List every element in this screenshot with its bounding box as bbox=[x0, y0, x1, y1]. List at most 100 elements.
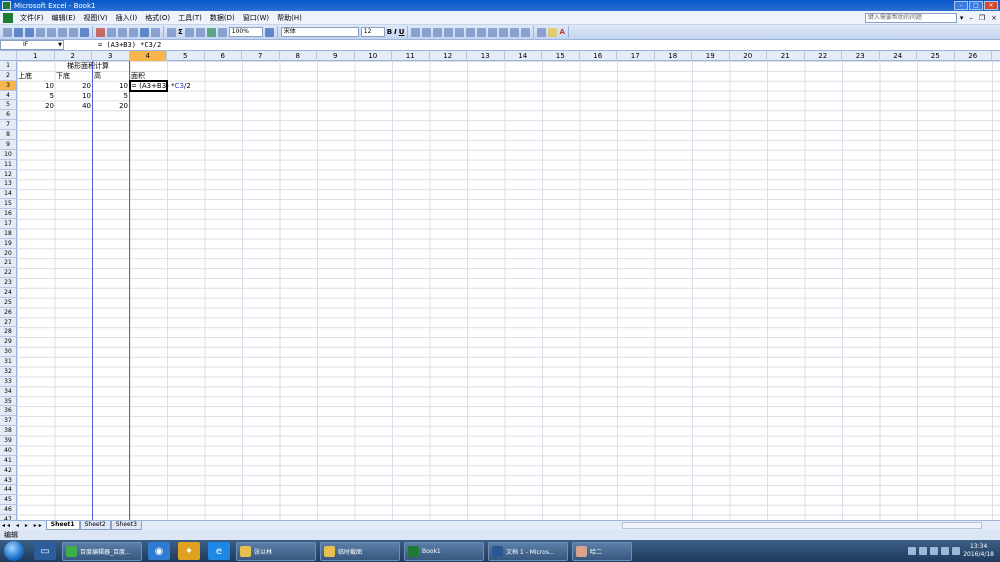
row-header[interactable]: 26 bbox=[0, 307, 17, 318]
row-header[interactable]: 17 bbox=[0, 218, 17, 229]
row-header[interactable]: 23 bbox=[0, 278, 17, 288]
header-bottom-base[interactable]: 下底 bbox=[56, 71, 70, 81]
doc-restore-icon[interactable]: ❐ bbox=[979, 14, 985, 22]
underline-button[interactable]: U bbox=[399, 28, 405, 36]
row-header[interactable]: 10 bbox=[0, 149, 17, 160]
sheet-tab-2[interactable]: Sheet2 bbox=[79, 521, 111, 530]
chat-icon[interactable]: ◉ bbox=[148, 542, 170, 560]
italic-button[interactable]: I bbox=[394, 28, 397, 36]
print-preview-icon[interactable] bbox=[69, 27, 78, 37]
format-painter-icon[interactable] bbox=[129, 27, 138, 37]
sort-desc-icon[interactable] bbox=[195, 27, 205, 37]
column-header[interactable]: 18 bbox=[655, 51, 692, 61]
column-header[interactable]: 17 bbox=[617, 51, 655, 61]
name-box[interactable]: IF bbox=[0, 40, 64, 50]
fill-color-icon[interactable] bbox=[548, 27, 558, 37]
row-header[interactable]: 29 bbox=[0, 337, 17, 348]
start-button[interactable] bbox=[4, 541, 24, 561]
row-header[interactable]: 35 bbox=[0, 396, 17, 407]
row-header[interactable]: 2 bbox=[0, 70, 17, 81]
taskbar-button-folder-2[interactable]: 临时截图 bbox=[320, 541, 400, 561]
row-header[interactable]: 13 bbox=[0, 179, 17, 190]
sort-asc-icon[interactable] bbox=[184, 27, 194, 37]
row-header[interactable]: 16 bbox=[0, 209, 17, 219]
column-header[interactable]: 1 bbox=[17, 51, 55, 61]
column-header[interactable]: 14 bbox=[505, 51, 542, 61]
email-icon[interactable] bbox=[47, 27, 56, 37]
taskbar-button-folder-1[interactable]: 张以林 bbox=[236, 541, 316, 561]
doc-close-icon[interactable]: × bbox=[991, 14, 997, 22]
paste-icon[interactable] bbox=[118, 27, 127, 37]
print-icon[interactable] bbox=[58, 27, 67, 37]
column-header[interactable]: 9 bbox=[317, 51, 355, 61]
copy-icon[interactable] bbox=[107, 27, 116, 37]
column-header[interactable]: 6 bbox=[205, 51, 242, 61]
network-icon[interactable] bbox=[941, 547, 950, 555]
row-header[interactable]: 32 bbox=[0, 366, 17, 377]
menu-window[interactable]: 窗口(W) bbox=[239, 13, 273, 23]
row-header[interactable]: 45 bbox=[0, 495, 17, 506]
cell-r3-c3[interactable]: 10 bbox=[92, 81, 128, 91]
font-select[interactable]: 宋体 bbox=[280, 27, 359, 37]
drawing-icon[interactable] bbox=[217, 27, 227, 37]
row-header[interactable]: 15 bbox=[0, 199, 17, 210]
cell-r5-c2[interactable]: 40 bbox=[55, 101, 91, 111]
cell-r4-c2[interactable]: 10 bbox=[55, 91, 91, 101]
row-header[interactable]: 20 bbox=[0, 248, 17, 259]
minimize-button[interactable]: – bbox=[954, 1, 968, 10]
cut-icon[interactable] bbox=[96, 27, 105, 37]
taskbar-button-word[interactable]: 文档 1 - Micros... bbox=[488, 541, 568, 561]
menu-format[interactable]: 格式(O) bbox=[141, 13, 174, 23]
column-header[interactable]: 26 bbox=[955, 51, 992, 61]
horizontal-scrollbar[interactable] bbox=[621, 522, 982, 529]
borders-icon[interactable] bbox=[537, 27, 547, 37]
menu-file[interactable]: 文件(F) bbox=[16, 13, 48, 23]
column-header[interactable]: 23 bbox=[842, 51, 880, 61]
help-tray-icon[interactable] bbox=[919, 547, 928, 555]
column-header[interactable]: 4 bbox=[129, 51, 167, 61]
cell-r3-c2[interactable]: 20 bbox=[55, 81, 91, 91]
sheet-tab-1[interactable]: Sheet1 bbox=[45, 521, 80, 530]
column-header[interactable]: 25 bbox=[917, 51, 955, 61]
decrease-decimal-icon[interactable] bbox=[499, 27, 509, 37]
taskbar-button-excel[interactable]: Book1 bbox=[404, 541, 484, 561]
column-header[interactable]: 15 bbox=[542, 51, 580, 61]
column-header[interactable]: 16 bbox=[580, 51, 617, 61]
row-header[interactable]: 28 bbox=[0, 327, 17, 338]
sheet-nav-arrows[interactable]: ◂◂ ◂ ▸ ▸▸ bbox=[0, 522, 46, 529]
row-header[interactable]: 33 bbox=[0, 376, 17, 387]
row-header[interactable]: 24 bbox=[0, 288, 17, 298]
increase-indent-icon[interactable] bbox=[521, 27, 531, 37]
ie-icon[interactable]: e bbox=[208, 542, 230, 560]
menu-view[interactable]: 视图(V) bbox=[79, 13, 111, 23]
header-height[interactable]: 高 bbox=[94, 71, 101, 81]
cell-gridlines[interactable] bbox=[17, 61, 1000, 520]
merge-center-icon[interactable] bbox=[444, 27, 454, 37]
row-header[interactable]: 46 bbox=[0, 505, 17, 515]
row-header[interactable]: 27 bbox=[0, 317, 17, 328]
row-header[interactable]: 21 bbox=[0, 258, 17, 269]
menu-insert[interactable]: 插入(I) bbox=[112, 13, 142, 23]
menu-edit[interactable]: 编辑(E) bbox=[48, 13, 80, 23]
row-header[interactable]: 5 bbox=[0, 100, 17, 111]
worksheet-grid[interactable]: 1 2 3 4 5 6 7 8 9 10 11 12 13 14 15 16 17 18 19 20 21 22 23 24 2… bbox=[0, 51, 1000, 520]
row-header[interactable]: 34 bbox=[0, 386, 17, 397]
clock[interactable]: 13:34 2016/4/18 bbox=[963, 543, 994, 559]
row-header[interactable]: 1 bbox=[0, 61, 17, 71]
align-right-icon[interactable] bbox=[433, 27, 443, 37]
qq-icon[interactable]: ✦ bbox=[178, 542, 200, 560]
help-search-input[interactable]: 键入需要帮助的问题 bbox=[864, 12, 957, 23]
cell-r3-c1[interactable]: 10 bbox=[18, 81, 54, 91]
column-header[interactable]: 24 bbox=[880, 51, 917, 61]
column-header[interactable]: 2 bbox=[55, 51, 92, 61]
maximize-button[interactable]: □ bbox=[969, 1, 983, 10]
keyboard-icon[interactable] bbox=[908, 547, 917, 555]
chart-icon[interactable] bbox=[206, 27, 216, 37]
cell-r4-c3[interactable]: 5 bbox=[92, 91, 128, 101]
column-header[interactable]: 11 bbox=[392, 51, 430, 61]
font-color-icon[interactable]: A bbox=[559, 28, 564, 36]
select-all-corner[interactable] bbox=[0, 51, 17, 61]
row-header[interactable]: 7 bbox=[0, 120, 17, 131]
bold-button[interactable]: B bbox=[387, 28, 392, 36]
currency-icon[interactable] bbox=[455, 27, 465, 37]
